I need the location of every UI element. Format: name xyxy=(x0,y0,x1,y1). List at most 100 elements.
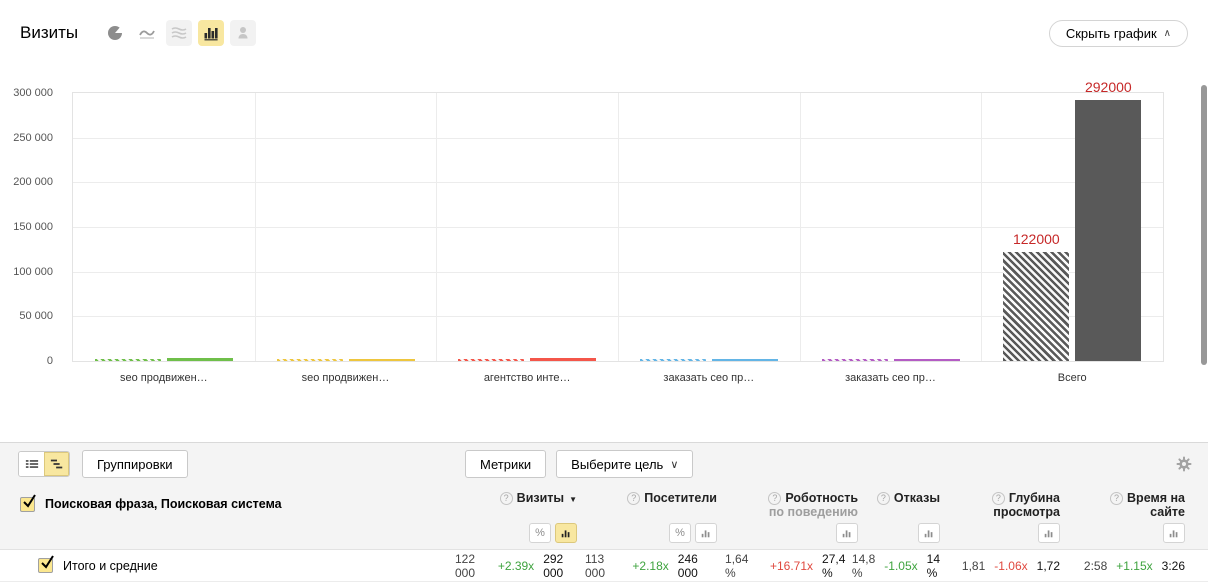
select-goal-label: Выберите цель xyxy=(571,457,663,472)
y-axis: 300 000250 000200 000150 000100 00050 00… xyxy=(1,93,61,361)
help-icon[interactable]: ? xyxy=(1110,492,1123,505)
chart-bar[interactable] xyxy=(1003,252,1069,361)
chart-bar[interactable] xyxy=(822,359,888,361)
x-tick-label: заказать сео пр… xyxy=(618,372,800,384)
help-icon[interactable]: ? xyxy=(768,492,781,505)
select-goal-button[interactable]: Выберите цель ∨ xyxy=(556,450,693,478)
stacked-area-chart-icon[interactable] xyxy=(166,20,192,46)
totals-cell-time-on-site: 2:58 +1.15x 3:26 xyxy=(1068,559,1193,573)
hide-chart-label: Скрыть график xyxy=(1066,26,1157,41)
pie-chart-icon[interactable] xyxy=(102,20,128,46)
y-tick-label: 150 000 xyxy=(13,221,53,233)
view-mode-switcher xyxy=(18,451,70,477)
metrics-button[interactable]: Метрики xyxy=(465,450,546,478)
bars-toggle-time-on-site[interactable] xyxy=(1163,523,1185,543)
delta-badge: -1.06x xyxy=(994,559,1027,573)
x-tick-label: заказать сео пр… xyxy=(800,372,982,384)
y-tick-label: 200 000 xyxy=(13,176,53,188)
groupings-button[interactable]: Группировки xyxy=(82,450,188,478)
bars-toggle-robotness[interactable] xyxy=(836,523,858,543)
delta-badge: +2.39x xyxy=(498,559,534,573)
table-toolbar: Группировки Метрики Выберите цель ∨ xyxy=(0,443,1208,485)
totals-label: Итого и средние xyxy=(63,559,158,573)
metrics-label: Метрики xyxy=(480,457,531,472)
chevron-down-icon: ∨ xyxy=(670,458,678,471)
column-header-bounces[interactable]: ?Отказы xyxy=(866,485,948,523)
bar-chart-icon[interactable] xyxy=(198,20,224,46)
scrollbar-thumb[interactable] xyxy=(1201,85,1207,365)
y-tick-label: 250 000 xyxy=(13,132,53,144)
chart-bar[interactable] xyxy=(458,359,524,361)
dimension-header-label: Поисковая фраза, Поисковая система xyxy=(45,497,282,511)
groupings-label: Группировки xyxy=(97,457,173,472)
x-tick-label: seo продвижен… xyxy=(73,372,255,384)
totals-cell-robotness: 1,64 % +16.71x 27,4 % xyxy=(725,552,866,580)
line-chart-icon[interactable] xyxy=(134,20,160,46)
settings-gear-icon[interactable] xyxy=(1176,456,1192,472)
flat-list-view-icon[interactable] xyxy=(19,452,44,476)
vertical-gridline xyxy=(255,93,256,361)
delta-badge: +2.18x xyxy=(632,559,668,573)
metrica-report-page: Визиты xyxy=(0,0,1208,582)
help-icon[interactable]: ? xyxy=(992,492,1005,505)
report-table-section: Группировки Метрики Выберите цель ∨ xyxy=(0,442,1208,582)
percent-toggle-visits[interactable]: % xyxy=(529,523,551,543)
map-chart-icon[interactable] xyxy=(230,20,256,46)
column-header-depth[interactable]: ?Глубина просмотра xyxy=(948,485,1068,523)
delta-badge: +16.71x xyxy=(770,559,813,573)
column-header-time-on-site[interactable]: ?Время на сайте xyxy=(1068,485,1193,523)
help-icon[interactable]: ? xyxy=(877,492,890,505)
chart-type-switcher xyxy=(102,20,256,46)
column-header-robotness[interactable]: ?Роботность по поведению xyxy=(725,485,866,523)
column-header-visitors[interactable]: ?Посетители xyxy=(585,485,725,523)
chart-header: Визиты xyxy=(0,0,1208,66)
dimension-header-cell: Поисковая фраза, Поисковая система xyxy=(0,485,455,523)
delta-badge: -1.05x xyxy=(884,559,917,573)
totals-label-cell: Итого и средние xyxy=(0,558,455,573)
chart-bar[interactable] xyxy=(530,358,596,361)
chart-bar[interactable] xyxy=(712,359,778,361)
row-checkbox[interactable] xyxy=(38,558,53,573)
chevron-up-icon: ∧ xyxy=(1164,28,1171,39)
bars-toggle-visitors[interactable] xyxy=(695,523,717,543)
vertical-gridline xyxy=(618,93,619,361)
percent-toggle-visitors[interactable]: % xyxy=(669,523,691,543)
column-header-visits[interactable]: ?Визиты▼ xyxy=(455,485,585,523)
x-axis: seo продвижен…seo продвижен…агентство ин… xyxy=(73,364,1163,386)
chart-bar[interactable] xyxy=(95,359,161,361)
chart-title: Визиты xyxy=(20,23,78,43)
bar-value-label: 292000 xyxy=(1048,79,1168,95)
totals-cell-depth: 1,81 -1.06x 1,72 xyxy=(948,559,1068,573)
hide-chart-button[interactable]: Скрыть график ∧ xyxy=(1049,20,1188,47)
chart-bar[interactable] xyxy=(277,359,343,361)
select-all-checkbox[interactable] xyxy=(20,497,35,512)
bars-toggle-visits[interactable] xyxy=(555,523,577,543)
x-tick-label: агентство инте… xyxy=(436,372,618,384)
y-tick-label: 100 000 xyxy=(13,266,53,278)
y-tick-label: 300 000 xyxy=(13,87,53,99)
bar-value-label: 122000 xyxy=(976,231,1096,247)
x-tick-label: Всего xyxy=(981,372,1163,384)
help-icon[interactable]: ? xyxy=(627,492,640,505)
totals-cell-bounces: 14,8 % -1.05x 14 % xyxy=(866,552,948,580)
help-icon[interactable]: ? xyxy=(500,492,513,505)
chart-bar[interactable] xyxy=(167,358,233,361)
y-tick-label: 0 xyxy=(47,355,53,367)
sort-desc-icon: ▼ xyxy=(569,495,577,504)
vertical-gridline xyxy=(981,93,982,361)
bars-toggle-depth[interactable] xyxy=(1038,523,1060,543)
metrics-controls: Метрики Выберите цель ∨ xyxy=(465,450,693,478)
plot-area: 300 000250 000200 000150 000100 00050 00… xyxy=(72,92,1164,362)
table-subheader-row: % % xyxy=(0,523,1208,549)
x-tick-label: seo продвижен… xyxy=(255,372,437,384)
bars-toggle-bounces[interactable] xyxy=(918,523,940,543)
totals-row[interactable]: Итого и средние 122 000 +2.39x 292 000 1… xyxy=(0,549,1208,582)
vertical-gridline xyxy=(436,93,437,361)
chart-bar[interactable] xyxy=(349,359,415,361)
tree-view-icon[interactable] xyxy=(44,452,69,476)
vertical-gridline xyxy=(800,93,801,361)
chart-bar[interactable] xyxy=(640,359,706,361)
totals-cell-visits: 122 000 +2.39x 292 000 xyxy=(455,552,585,580)
chart-bar[interactable] xyxy=(894,359,960,361)
delta-badge: +1.15x xyxy=(1116,559,1152,573)
